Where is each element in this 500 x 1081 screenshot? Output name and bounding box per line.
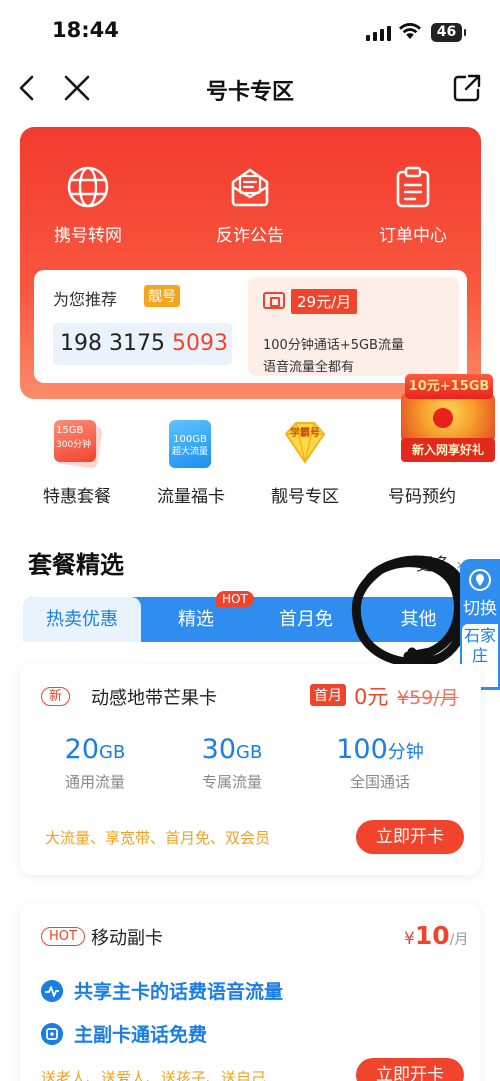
open-card-button[interactable]: 立即开卡: [356, 820, 464, 854]
recommend-label: 为您推荐: [53, 290, 118, 309]
quick-actions-card: 携号转网 反诈公告 订单中心 为您推荐 靓号 198 3175 5093 29元…: [20, 127, 481, 399]
stat-value: 20: [64, 734, 100, 765]
page-title: 号卡专区: [205, 80, 294, 105]
pretty-number-tag: 靓号: [144, 285, 180, 307]
package-icon-text-bottom: 300分钟: [56, 440, 92, 450]
package-name: 动感地带芒果卡: [91, 688, 217, 709]
package-icon-text-top: 15GB: [56, 425, 84, 436]
quick-action-order-center[interactable]: 订单中心: [343, 165, 483, 246]
perk-share-balance: 共享主卡的话费语音流量: [74, 981, 284, 1003]
new-badge: 新: [41, 687, 71, 706]
price-value: 10: [414, 921, 450, 950]
sim-card-icon: [263, 292, 285, 309]
entry-number-reservation[interactable]: 号码预约: [362, 418, 482, 507]
stat-value: 30: [201, 734, 237, 765]
wifi-icon: [399, 23, 421, 39]
entry-label: 流量福卡: [157, 487, 225, 507]
recommended-plan[interactable]: 29元/月 100分钟通话+5GB流量 语音流量全都有: [248, 277, 459, 376]
data-card-icon: 100GB 超大流量: [166, 418, 216, 470]
recommended-number[interactable]: 198 3175 5093: [53, 323, 232, 365]
number-prefix: 198 3175: [60, 331, 172, 356]
clipboard-icon: [396, 166, 430, 208]
quick-action-label: 订单中心: [379, 226, 447, 246]
stat-description: 专属流量: [201, 773, 262, 791]
perk-free-calls: 主副卡通话免费: [74, 1024, 208, 1046]
data-card-icon-text-top: 100GB: [173, 434, 207, 445]
nav-bar: 号卡专区: [0, 62, 500, 116]
price-original: ¥59/月: [397, 687, 459, 709]
tab-first-month-free[interactable]: 首月免: [251, 597, 361, 642]
entry-grid: 15GB 300分钟 特惠套餐 100GB 超大流量 流量福卡 学霸号 靓号专区…: [0, 418, 500, 508]
data-card-icon-text-bottom: 超大流量: [171, 447, 208, 457]
tab-hot-deals[interactable]: 热卖优惠: [23, 597, 141, 642]
share-icon[interactable]: [452, 73, 482, 103]
gift-banner: 10元+15GB: [405, 374, 493, 399]
stat-unit: 分钟: [387, 742, 424, 763]
quick-action-number-transfer[interactable]: 携号转网: [18, 165, 158, 246]
entry-special-package[interactable]: 15GB 300分钟 特惠套餐: [17, 418, 137, 507]
pulse-icon: [41, 980, 63, 1002]
plan-price: 29元/月: [291, 289, 358, 314]
stat-call-minutes: 100分钟 全国通话: [330, 734, 430, 792]
plan-benefits: 100分钟通话+5GB流量: [263, 338, 404, 353]
hot-badge: HOT: [216, 591, 254, 607]
package-card-mango[interactable]: 新 动感地带芒果卡 首月 0元 ¥59/月 20GB 通用流量 30GB 专属流…: [20, 664, 481, 875]
entry-label: 靓号专区: [271, 487, 339, 507]
diamond-badge-text: 学霸号: [290, 428, 320, 439]
location-pin-icon: [469, 569, 491, 591]
entry-label: 特惠套餐: [43, 487, 111, 507]
package-card-secondary[interactable]: HOT 移动副卡 ¥10/月 共享主卡的话费语音流量 主副卡通话免费 送老人、送…: [20, 904, 481, 1081]
switch-label: 切换: [463, 599, 497, 619]
diamond-badge-icon: 学霸号: [280, 418, 330, 470]
package-features: 大流量、享宽带、首月免、双会员: [45, 829, 271, 847]
stat-value: 100: [336, 734, 388, 765]
section-title: 套餐精选: [28, 551, 124, 579]
price-current: 0元: [354, 685, 389, 709]
entry-label: 号码预约: [388, 487, 456, 507]
stat-description: 全国通话: [349, 773, 410, 791]
plan-description: 语音流量全都有: [263, 360, 355, 375]
gift-box-icon: [397, 418, 447, 470]
open-card-button[interactable]: 立即开卡: [356, 1058, 464, 1081]
status-bar: 18:44 46: [0, 0, 500, 62]
entry-data-card[interactable]: 100GB 超大流量 流量福卡: [131, 418, 251, 507]
hot-badge-outline: HOT: [41, 927, 85, 946]
number-highlight: 5093: [171, 331, 228, 356]
quick-action-label: 携号转网: [54, 226, 122, 246]
quick-action-fraud-notice[interactable]: 反诈公告: [180, 165, 320, 246]
envelope-icon: [231, 168, 269, 207]
stat-general-data: 20GB 通用流量: [55, 734, 135, 792]
entry-pretty-number[interactable]: 学霸号 靓号专区: [245, 418, 365, 507]
price-currency: ¥: [404, 929, 415, 949]
stat-unit: GB: [236, 742, 263, 763]
call-icon: [41, 1023, 63, 1045]
battery-indicator: 46: [431, 23, 466, 42]
cellular-signal-icon: [366, 26, 391, 41]
globe-icon: [67, 166, 109, 208]
package-icon: 15GB 300分钟: [52, 418, 103, 470]
package-name: 移动副卡: [91, 928, 163, 949]
price-period: /月: [449, 932, 469, 948]
status-time: 18:44: [52, 18, 119, 42]
stat-unit: GB: [99, 742, 126, 763]
scribble-annotation: [351, 555, 470, 668]
gift-audience: 送老人、送爱人、送孩子、送自己: [41, 1069, 267, 1081]
first-month-tag: 首月: [310, 684, 346, 706]
stat-dedicated-data: 30GB 专属流量: [192, 734, 272, 792]
package-price: ¥10/月: [404, 921, 468, 950]
quick-action-label: 反诈公告: [216, 226, 284, 246]
stat-description: 通用流量: [64, 773, 125, 791]
